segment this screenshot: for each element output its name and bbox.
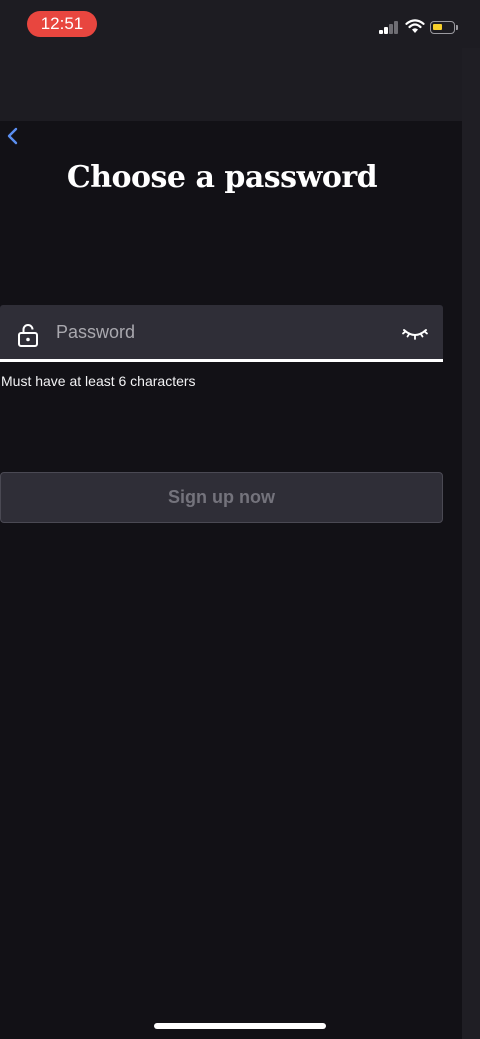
sign-up-button[interactable]: Sign up now — [0, 472, 443, 523]
battery-icon — [430, 21, 458, 34]
lock-icon — [18, 324, 38, 347]
home-indicator — [154, 1023, 326, 1029]
cellular-signal-icon — [379, 19, 400, 34]
password-field-underline — [0, 359, 443, 362]
password-input[interactable] — [56, 305, 376, 360]
chevron-left-icon[interactable] — [2, 122, 26, 150]
password-hint: Must have at least 6 characters — [1, 373, 196, 389]
status-time: 12:51 — [27, 11, 97, 37]
status-bar: 12:51 — [0, 0, 480, 48]
password-field[interactable] — [0, 305, 443, 360]
right-edge-strip — [462, 48, 480, 1039]
eye-closed-icon[interactable] — [401, 323, 429, 343]
page-title: Choose a password — [66, 160, 378, 195]
wifi-icon — [405, 19, 425, 33]
navigation-bar — [0, 48, 462, 145]
